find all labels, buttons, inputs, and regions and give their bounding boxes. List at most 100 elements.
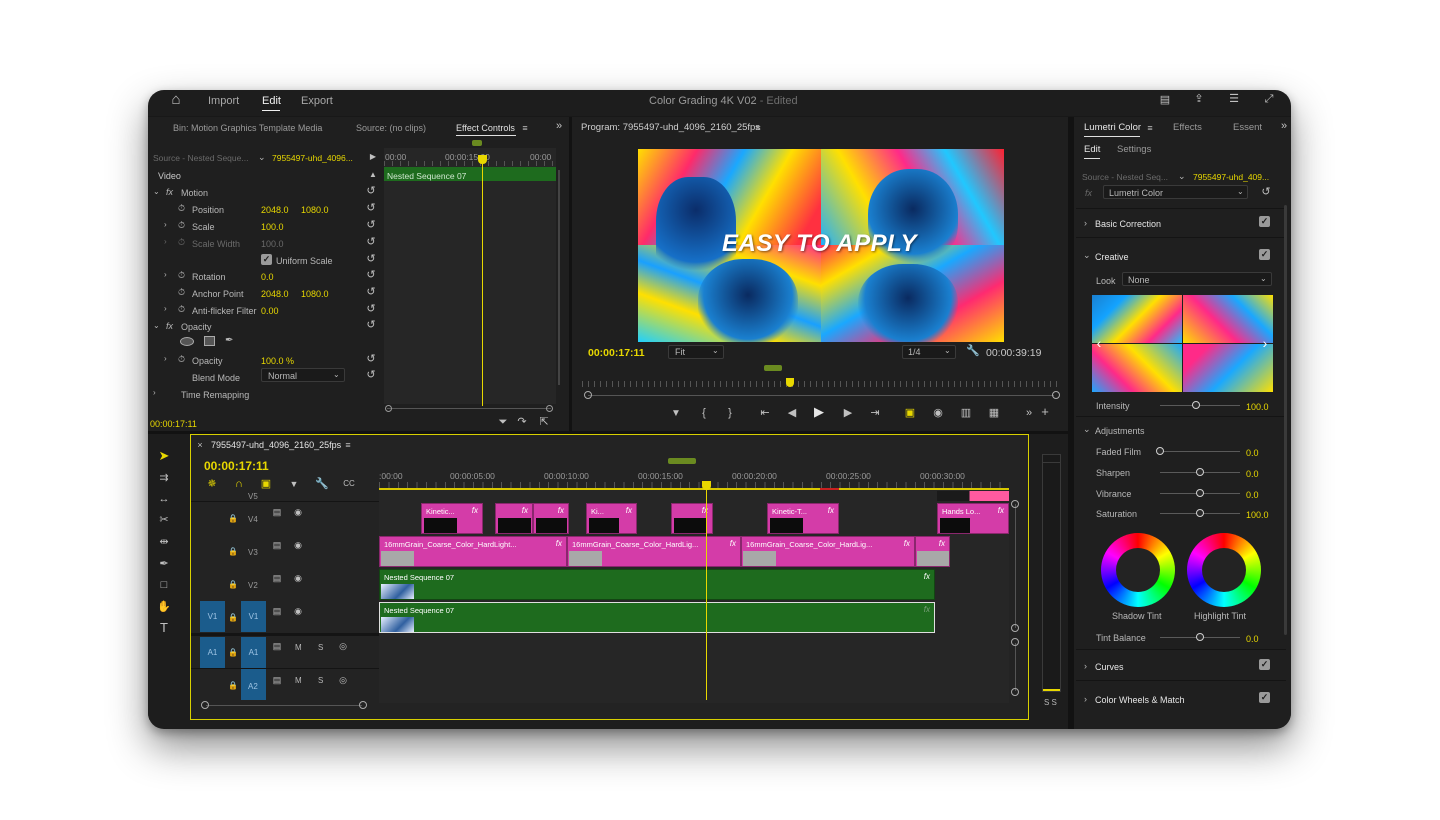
program-scrollbar[interactable] (588, 395, 1054, 396)
ec-scrollbar-h[interactable] (387, 408, 551, 409)
go-to-out-icon[interactable]: ⇥ (868, 407, 882, 419)
motion-chevron-icon[interactable]: ⌄ (153, 186, 160, 198)
clip-v3-grain-1[interactable]: 16mmGrain_Coarse_Color_HardLight... fx (379, 536, 567, 567)
v4-lock-icon[interactable]: 🔒 (228, 513, 238, 525)
program-menu-icon[interactable]: ≡ (753, 122, 763, 134)
uniform-reset-icon[interactable]: ↺ (365, 253, 377, 265)
home-icon[interactable]: ⌂ (168, 92, 184, 107)
intensity-slider[interactable] (1160, 405, 1240, 406)
adjustments-label[interactable]: Adjustments (1095, 425, 1145, 437)
tint-balance-knob[interactable] (1196, 633, 1204, 641)
rotation-stopwatch-icon[interactable]: ⏱ (178, 269, 185, 281)
position-reset-icon[interactable]: ↺ (365, 202, 377, 214)
color-wheels-checkbox[interactable]: ✓ (1259, 692, 1270, 703)
position-x[interactable]: 2048.0 (261, 204, 289, 216)
extract-icon[interactable]: ▦ (987, 407, 1001, 419)
timeline-zoom-handle[interactable] (668, 458, 696, 464)
intensity-value[interactable]: 100.0 (1246, 401, 1269, 413)
program-timecode[interactable]: 00:00:17:11 (588, 347, 645, 359)
play-icon[interactable]: ▶ (812, 405, 826, 418)
a1-lock-icon[interactable]: 🔒 (228, 647, 238, 659)
blend-reset-icon[interactable]: ↺ (365, 369, 377, 381)
creative-chevron-icon[interactable]: ⌄ (1083, 249, 1091, 261)
timeline-avscroll-top-knob[interactable] (1011, 638, 1019, 646)
ec-timecode[interactable]: 00:00:17:11 (150, 418, 197, 430)
pen-mask-icon[interactable]: ✒ (225, 335, 233, 347)
a2-lock-icon[interactable]: 🔒 (228, 680, 238, 692)
creative-label[interactable]: Creative (1095, 251, 1129, 263)
v1-film-icon[interactable]: ▤ (271, 605, 283, 617)
faded-value[interactable]: 0.0 (1246, 447, 1259, 459)
clip-v3-grain-2[interactable]: 16mmGrain_Coarse_Color_HardLig... fx (567, 536, 741, 567)
v1-lock-icon[interactable]: 🔒 (228, 612, 238, 624)
timeline-hscroll-right-knob[interactable] (359, 701, 367, 709)
linked-select-icon[interactable]: ▣ (260, 478, 272, 490)
lumetri-source-chevron-icon[interactable]: ⌄ (1178, 170, 1186, 182)
play-only-icon[interactable]: ▶ (368, 151, 378, 163)
opacity-group-reset-icon[interactable]: ↺ (365, 319, 377, 331)
timeline-hscroll[interactable] (206, 705, 362, 706)
hand-tool-icon[interactable]: ✋ (157, 601, 171, 613)
nest-icon[interactable]: ✵ (206, 478, 218, 490)
rotation-value[interactable]: 0.0 (261, 271, 274, 283)
ec-scrollbar-v[interactable] (558, 170, 560, 385)
timeline-hscroll-left-knob[interactable] (201, 701, 209, 709)
opacity-reset-icon[interactable]: ↺ (365, 353, 377, 365)
a1-solo[interactable]: S (318, 642, 323, 654)
tab-source[interactable]: Source: (no clips) (356, 122, 426, 134)
v3-lock-icon[interactable]: 🔒 (228, 546, 238, 558)
lift-icon[interactable]: ▥ (959, 407, 973, 419)
program-scroll-left-knob[interactable] (584, 391, 592, 399)
look-prev-icon[interactable]: ‹ (1094, 336, 1104, 350)
timeline-scrollbar-v[interactable] (1015, 504, 1016, 628)
ec-scroll-right-knob[interactable] (546, 405, 553, 412)
filter-icon[interactable]: ⏷ (497, 416, 509, 428)
clip-v3-grain-4[interactable]: fx (915, 536, 950, 567)
rotation-reset-icon[interactable]: ↺ (365, 269, 377, 281)
timeline-avscroll-bottom-knob[interactable] (1011, 688, 1019, 696)
vibrance-knob[interactable] (1196, 489, 1204, 497)
clip-v2-nested[interactable]: Nested Sequence 07 fx (379, 569, 935, 600)
uniform-scale-checkbox[interactable]: ✓ (261, 254, 272, 265)
faded-slider[interactable] (1160, 451, 1240, 452)
timeline-wrench-icon[interactable]: 🔧 (315, 478, 329, 490)
look-next-icon[interactable]: › (1260, 336, 1270, 350)
track-select-tool-icon[interactable]: ⇉ (157, 472, 171, 484)
a2-mute[interactable]: M (295, 675, 302, 687)
insert-icon[interactable]: ▣ (904, 407, 916, 419)
lumetri-source[interactable]: Source - Nested Seq... (1082, 171, 1168, 183)
rect-mask-icon[interactable] (204, 336, 215, 346)
timeline-timecode[interactable]: 00:00:17:11 (204, 459, 269, 473)
v2-film-icon[interactable]: ▤ (271, 572, 283, 584)
position-y[interactable]: 1080.0 (301, 204, 329, 216)
clip-v3-grain-3[interactable]: 16mmGrain_Coarse_Color_HardLig... fx (741, 536, 915, 567)
lumetri-expand-icon[interactable]: » (1279, 120, 1289, 132)
timeline-audio-scrollbar[interactable] (1015, 643, 1016, 691)
tint-balance-value[interactable]: 0.0 (1246, 633, 1259, 645)
panel-menu-icon[interactable]: ≡ (520, 122, 530, 134)
timeline-vscroll-bottom-knob[interactable] (1011, 624, 1019, 632)
a1-mute[interactable]: M (295, 642, 302, 654)
basic-correction-label[interactable]: Basic Correction (1095, 218, 1161, 230)
program-zoom-handle[interactable] (764, 365, 782, 371)
timeline-close-icon[interactable]: × (195, 439, 205, 451)
timeline-marker-icon[interactable]: ▼ (288, 478, 300, 490)
v1-source-patch[interactable]: V1 (200, 601, 225, 632)
program-playhead[interactable] (786, 378, 794, 387)
opacity-chevron-icon[interactable]: ⌄ (153, 320, 160, 332)
v3-film-icon[interactable]: ▤ (271, 539, 283, 551)
a2-mic-icon[interactable]: ◎ (338, 674, 348, 686)
creative-checkbox[interactable]: ✓ (1259, 249, 1270, 260)
v4-film-icon[interactable]: ▤ (271, 506, 283, 518)
tab-bin[interactable]: Bin: Motion Graphics Template Media (173, 122, 322, 134)
scale-expand-icon[interactable]: › (164, 219, 167, 231)
camera-icon[interactable]: ◉ (932, 407, 944, 419)
curves-chevron-icon[interactable]: › (1084, 660, 1087, 672)
progress-icon[interactable]: ☰ (1227, 93, 1241, 105)
faded-knob[interactable] (1156, 447, 1164, 455)
ec-scroll-left-knob[interactable] (385, 405, 392, 412)
ellipse-mask-icon[interactable] (180, 337, 194, 346)
curves-label[interactable]: Curves (1095, 661, 1124, 673)
timeline-playhead-head[interactable] (702, 481, 711, 490)
v4-eye-icon[interactable]: ◉ (292, 506, 304, 518)
